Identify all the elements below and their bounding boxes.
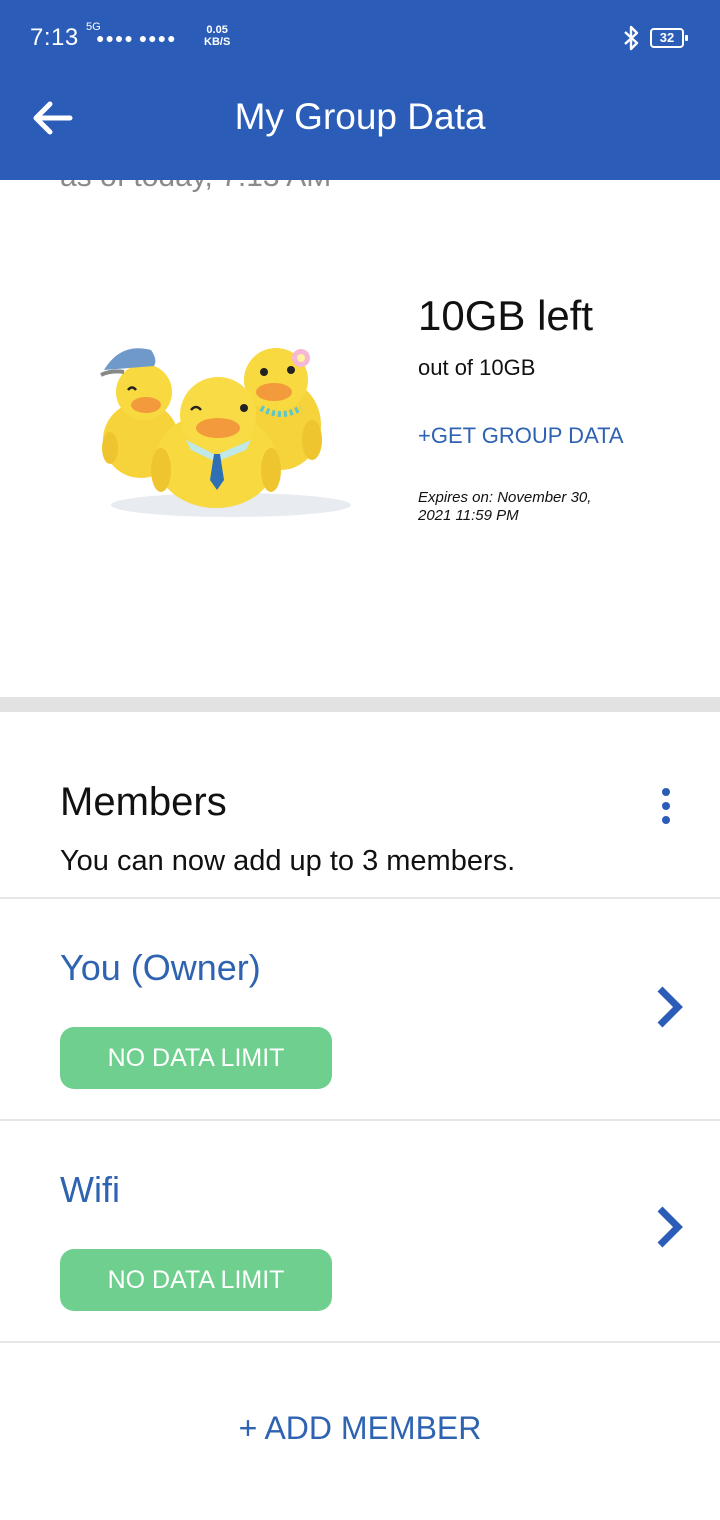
add-member-button[interactable]: + ADD MEMBER [0, 1410, 720, 1447]
data-remaining: 10GB left [418, 292, 594, 339]
battery-icon: 32 [650, 28, 688, 48]
member-name: You (Owner) [60, 947, 261, 988]
app-bar: 7:13 5G ●●●● ●●●● 0.05 KB/S 32 My Group … [0, 0, 720, 180]
network-speed: 0.05 KB/S [204, 24, 230, 48]
status-bar: 7:13 5G ●●●● ●●●● 0.05 KB/S 32 [0, 0, 720, 76]
data-total: out of 10GB [418, 355, 536, 380]
expiry-line-2: 2021 11:59 PM [418, 507, 519, 524]
expiry-date: Expires on: November 30, 2021 11:59 PM [418, 489, 628, 525]
chevron-right-icon [657, 1206, 683, 1248]
network-speed-unit: KB/S [204, 36, 231, 48]
get-group-data-link[interactable]: +GET GROUP DATA [418, 423, 624, 449]
member-name: Wifi [60, 1169, 120, 1210]
member-row-wifi[interactable]: Wifi NO DATA LIMIT [0, 1121, 720, 1341]
bluetooth-icon [624, 25, 639, 51]
expiry-line-1: Expires on: November 30, [418, 489, 592, 506]
signal-icon: ●●●● ●●●● [96, 30, 177, 46]
group-ducks-illustration [100, 348, 351, 517]
chevron-right-icon [657, 986, 683, 1028]
status-time: 7:13 [30, 24, 79, 51]
more-vertical-icon[interactable] [652, 784, 680, 828]
section-divider [0, 697, 720, 712]
member-row-owner[interactable]: You (Owner) NO DATA LIMIT [0, 899, 720, 1119]
divider [0, 1341, 720, 1343]
data-limit-badge: NO DATA LIMIT [60, 1027, 332, 1089]
page-title: My Group Data [234, 96, 486, 137]
network-speed-value: 0.05 [206, 24, 228, 36]
members-subtitle: You can now add up to 3 members. [60, 845, 516, 877]
data-limit-badge: NO DATA LIMIT [60, 1249, 332, 1311]
members-heading: Members [60, 780, 227, 824]
